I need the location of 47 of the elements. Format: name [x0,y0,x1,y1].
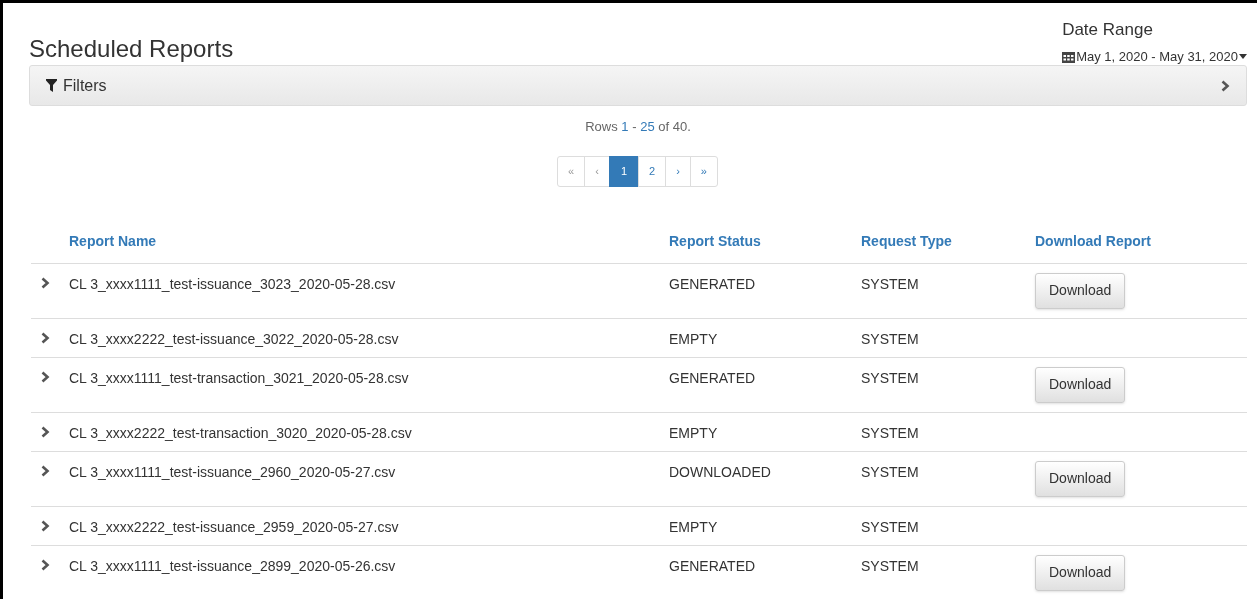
report-status: EMPTY [669,517,719,537]
chevron-icon [41,464,50,477]
report-status: EMPTY [669,423,719,443]
request-type: SYSTEM [861,274,920,294]
caret-icon [1239,54,1247,60]
filter-icon [46,79,57,92]
rows-summary: Rows 1 - 25 of 40. [584,118,692,136]
chevron-icon [41,519,50,532]
chevron-icon [41,558,50,571]
chevron-icon [41,276,50,289]
download-button[interactable]: Download [1035,460,1126,497]
request-type: SYSTEM [861,368,920,388]
request-type: SYSTEM [861,556,920,576]
download-button[interactable]: Download [1035,366,1126,403]
report-status: GENERATED [669,556,757,576]
chevron-icon [1221,79,1230,92]
report-name: CL 3_xxxx2222_test-issuance_2959_2020-05-27.csv [69,517,400,537]
request-type: SYSTEM [861,423,920,443]
calendar-icon [1062,50,1076,63]
page-button[interactable]: » [689,155,718,187]
report-name: CL 3_xxxx1111_test-transaction_3021_2020-05-28.csv [69,368,410,388]
request-type: SYSTEM [861,517,920,537]
request-type: SYSTEM [861,462,920,482]
download-button[interactable]: Download [1035,272,1126,309]
page-title: Scheduled Reports [29,34,234,64]
column-header[interactable]: Request Type [861,230,1035,252]
download-button[interactable]: Download [1035,554,1126,591]
chevron-icon [41,425,50,438]
chevron-icon [41,370,50,383]
report-name: CL 3_xxxx2222_test-transaction_3020_2020-05-28.csv [69,423,413,443]
page-button[interactable]: 2 [638,155,667,187]
report-status: EMPTY [669,329,719,349]
report-status: DOWNLOADED [669,462,772,482]
column-header[interactable]: Report Name [69,230,669,252]
report-status: GENERATED [669,274,757,294]
report-name: CL 3_xxxx1111_test-issuance_2960_2020-05-27.csv [69,462,397,482]
page-button[interactable]: › [665,155,691,187]
request-type: SYSTEM [861,329,920,349]
date-range-label: Date Range [1062,19,1154,41]
filters-bar[interactable]: Filters [29,65,1247,106]
report-name: CL 3_xxxx1111_test-issuance_3023_2020-05-28.csv [69,274,397,294]
report-name: CL 3_xxxx2222_test-issuance_3022_2020-05-28.csv [69,329,400,349]
report-status: GENERATED [669,368,757,388]
column-header[interactable]: Report Status [669,230,861,252]
column-header[interactable]: Download Report [1035,230,1235,252]
chevron-icon [41,331,50,344]
report-name: CL 3_xxxx1111_test-issuance_2899_2020-05-26.csv [69,556,397,576]
